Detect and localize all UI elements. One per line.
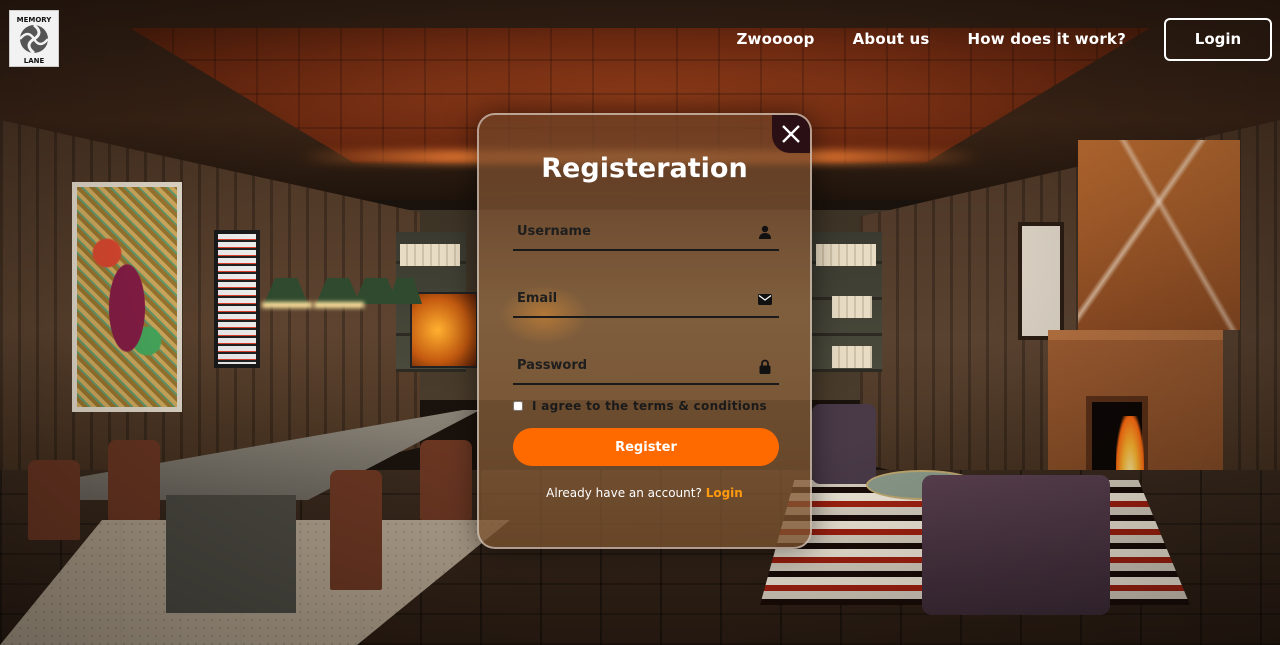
logo-text-top: MEMORY xyxy=(17,16,53,24)
close-icon xyxy=(782,125,800,143)
memory-lane-logo-icon: MEMORY LANE xyxy=(17,16,53,65)
login-link[interactable]: Login xyxy=(706,486,743,500)
logo-text-bottom: LANE xyxy=(24,57,45,65)
password-input[interactable] xyxy=(513,347,779,383)
user-icon xyxy=(757,224,773,240)
close-button[interactable] xyxy=(772,115,810,153)
terms-row[interactable]: I agree to the terms & conditions xyxy=(513,399,767,413)
email-input[interactable] xyxy=(513,280,779,316)
nav-link-how-it-works[interactable]: How does it work? xyxy=(968,30,1126,48)
login-prompt-text: Already have an account? xyxy=(546,486,702,500)
login-prompt: Already have an account? Login xyxy=(479,486,810,500)
terms-checkbox[interactable] xyxy=(513,401,523,411)
username-input[interactable] xyxy=(513,213,779,249)
top-nav: Zwoooop About us How does it work? Login xyxy=(736,17,1272,61)
email-field-wrapper xyxy=(513,280,779,318)
lock-icon xyxy=(757,358,773,374)
logo[interactable]: MEMORY LANE xyxy=(9,10,59,67)
password-field-wrapper xyxy=(513,347,779,385)
envelope-icon xyxy=(757,291,773,307)
registration-modal: Registeration I agree to the terms & con… xyxy=(477,113,812,549)
nav-link-zwoooop[interactable]: Zwoooop xyxy=(736,30,814,48)
register-button[interactable]: Register xyxy=(513,428,779,466)
modal-title: Registeration xyxy=(541,153,748,184)
header-login-button[interactable]: Login xyxy=(1164,17,1272,61)
username-field-wrapper xyxy=(513,213,779,251)
terms-label: I agree to the terms & conditions xyxy=(532,399,767,413)
nav-link-about-us[interactable]: About us xyxy=(853,30,930,48)
